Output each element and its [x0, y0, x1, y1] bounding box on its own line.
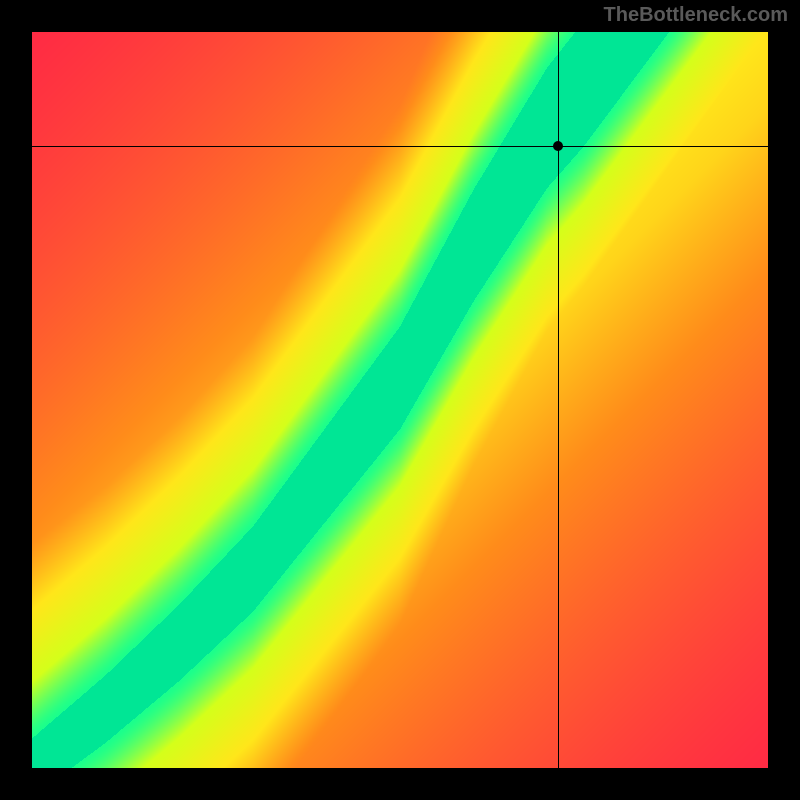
heatmap-canvas [32, 32, 768, 768]
data-point-marker [553, 141, 563, 151]
plot-area [32, 32, 768, 768]
chart-container: TheBottleneck.com [0, 0, 800, 800]
watermark-text: TheBottleneck.com [604, 4, 788, 27]
crosshair-horizontal [32, 146, 768, 147]
